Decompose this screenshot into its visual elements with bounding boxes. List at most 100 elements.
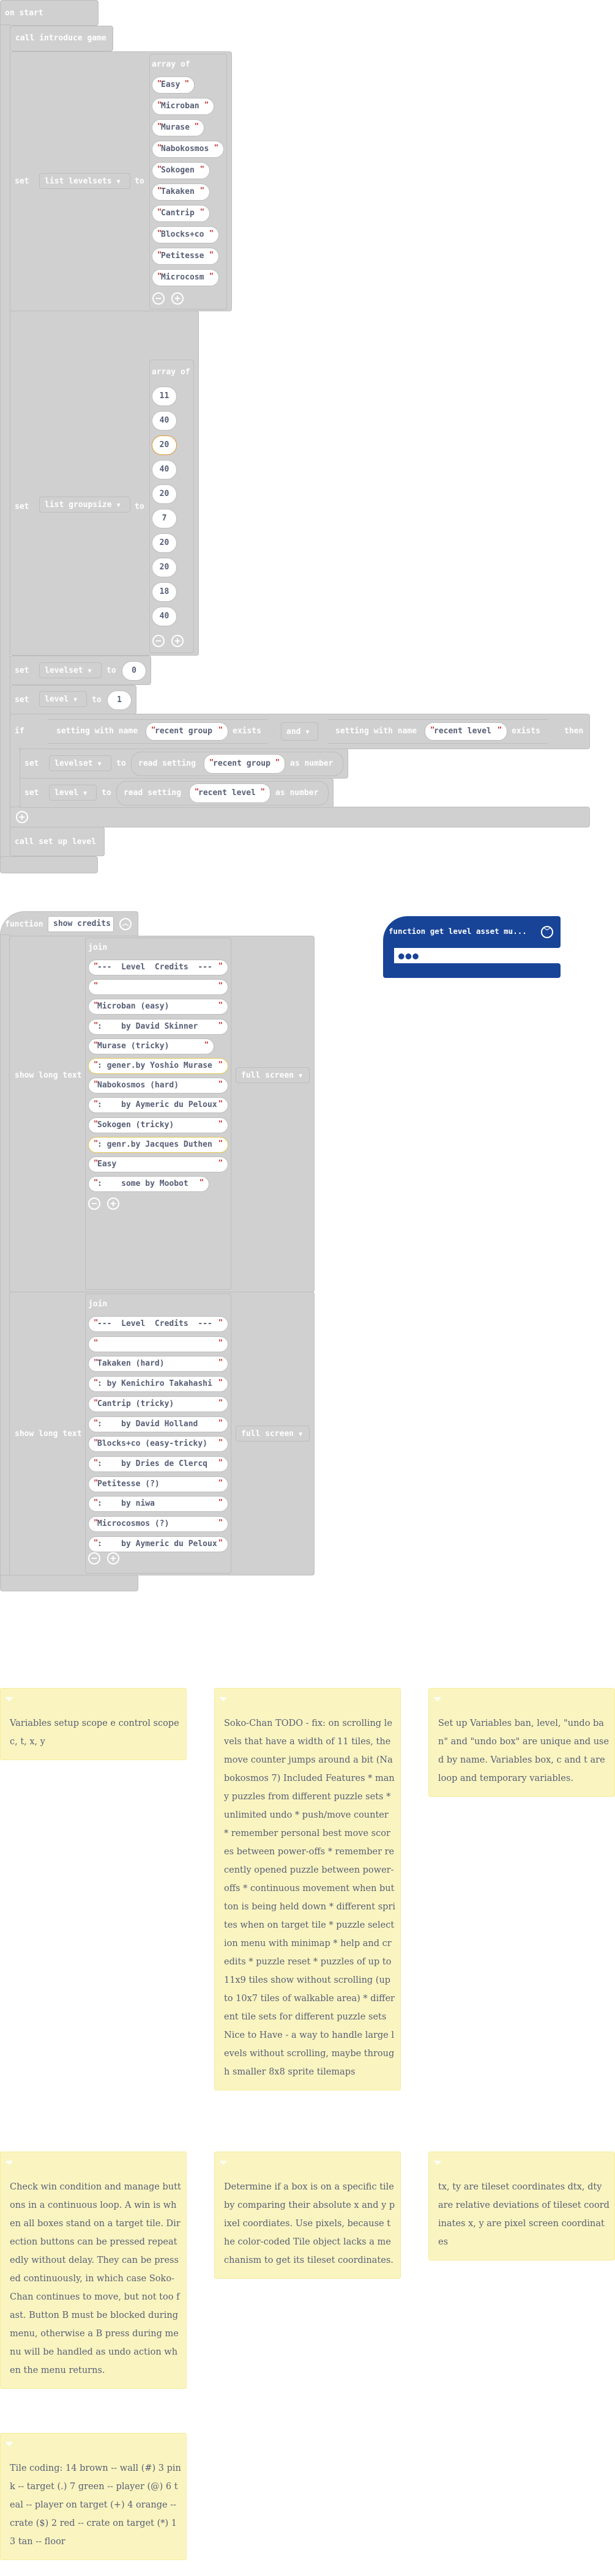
join-text-item[interactable]: " Microcosmos (?) " (88, 1516, 228, 1532)
join-text-item[interactable]: " --- Level Credits --- " (88, 1316, 228, 1332)
comment-text[interactable]: Tile coding: 14 brown -- wall (#) 3 pink… (10, 2459, 181, 2551)
expand-chevron-down-icon[interactable]: ﹀ (541, 926, 553, 938)
comment-text[interactable]: Variables setup scope e control scope c,… (10, 1714, 181, 1751)
collapse-triangle-icon[interactable] (6, 1697, 13, 1701)
quote-icon: " (94, 1498, 99, 1507)
join-text-item[interactable]: ": by Kenichiro Takahashi " (88, 1376, 228, 1393)
comment-box[interactable]: Check win condition and manage buttons i… (0, 2152, 187, 2389)
join-text-item[interactable]: " Nabokosmos (hard) " (88, 1078, 228, 1094)
join-text-item[interactable]: " " (88, 979, 228, 996)
quote-icon: " (218, 1358, 223, 1367)
variable-dropdown-groupsize[interactable]: list groupsize ▼ (39, 497, 130, 513)
collapse-triangle-icon[interactable] (6, 2442, 13, 2446)
add-item-plus-icon[interactable]: + (171, 635, 184, 647)
join-text-item[interactable]: " Murase (tricky) " (88, 1038, 214, 1054)
add-item-plus-icon[interactable]: + (107, 1197, 119, 1210)
collapse-triangle-icon[interactable] (220, 2161, 227, 2165)
array-item-number[interactable]: 40 (152, 460, 177, 479)
comment-box[interactable]: Determine if a box is on a specific tile… (214, 2152, 401, 2279)
join-text-item[interactable]: ": by niwa " (88, 1496, 228, 1512)
array-item-text[interactable]: " Cantrip " (152, 205, 210, 222)
setting-name-recent-level[interactable]: " recent level " (425, 722, 507, 741)
comment-box[interactable]: Set up Variables ban, level, "undo ban" … (428, 1688, 615, 1797)
dropdown-value: list levelsets (45, 177, 112, 186)
variable-dropdown-level[interactable]: level ▼ (39, 691, 87, 707)
array-item-number[interactable]: 18 (152, 582, 177, 602)
setting-name-recent-level[interactable]: " recent level " (189, 783, 270, 803)
join-text-item[interactable]: " " (88, 1336, 228, 1352)
array-item-text[interactable]: " Microban " (152, 98, 214, 115)
join-text-item[interactable]: " Cantrip (tricky) " (88, 1396, 228, 1412)
join-text-item[interactable]: " Takaken (hard) " (88, 1356, 228, 1372)
join-text-item[interactable]: ": some by Moobot " (88, 1176, 209, 1193)
join-text-item[interactable]: " Easy " (88, 1157, 228, 1172)
join-text-item[interactable]: ": genr.by Jacques Duthen " (88, 1136, 228, 1153)
array-item-text[interactable]: " Takaken " (152, 183, 210, 201)
quote-icon: " (218, 1138, 223, 1147)
comment-box[interactable]: Tile coding: 14 brown -- wall (#) 3 pink… (0, 2433, 187, 2560)
levelset-value-input[interactable]: 0 (122, 661, 146, 681)
array-item-text[interactable]: " Microcosm " (152, 269, 219, 286)
array-item-number[interactable]: 20 (152, 558, 177, 577)
collapse-triangle-icon[interactable] (6, 2161, 13, 2165)
array-item-text[interactable]: " Sokogen " (152, 162, 210, 179)
display-mode-dropdown[interactable]: full screen ▼ (236, 1426, 310, 1442)
comment-text[interactable]: Determine if a box is on a specific tile… (224, 2178, 395, 2270)
and-operator-dropdown[interactable]: and ▼ (281, 722, 318, 741)
function-name-field[interactable]: show credits (48, 916, 114, 932)
array-item-text[interactable]: " Easy " (152, 76, 195, 94)
join-text-item[interactable]: ": by Dries de Clercq " (88, 1456, 228, 1472)
join-text-item[interactable]: ": by David Holland " (88, 1416, 228, 1432)
collapse-triangle-icon[interactable] (434, 2161, 441, 2165)
quote-icon: " (218, 1518, 223, 1527)
join-text-item[interactable]: " Petitesse (?) " (88, 1476, 228, 1492)
join-text-item[interactable]: ": by Aymeric du Peloux " (88, 1536, 228, 1552)
variable-dropdown-levelsets[interactable]: list levelsets ▼ (39, 173, 130, 189)
remove-item-minus-icon[interactable]: − (88, 1197, 100, 1210)
comment-text[interactable]: Soko-Chan TODO - fix: on scrolling level… (224, 1714, 395, 2081)
array-item-text[interactable]: " Petitesse " (152, 248, 219, 265)
variable-dropdown-level[interactable]: level ▼ (49, 785, 97, 801)
remove-item-minus-icon[interactable]: − (88, 1552, 100, 1564)
variable-dropdown-levelset[interactable]: levelset ▼ (39, 662, 102, 678)
array-item-number[interactable]: 7 (152, 509, 177, 528)
setting-name-recent-group[interactable]: " recent group " (146, 722, 228, 741)
array-item-number[interactable]: 20 (152, 533, 177, 553)
remove-item-minus-icon[interactable]: − (152, 635, 165, 647)
comment-box[interactable]: Soko-Chan TODO - fix: on scrolling level… (214, 1688, 401, 2090)
comment-text[interactable]: Check win condition and manage buttons i… (10, 2178, 181, 2380)
comment-text[interactable]: tx, ty are tileset coordinates dtx, dty … (438, 2178, 609, 2251)
array-item-number[interactable]: 11 (152, 387, 177, 406)
display-mode-dropdown[interactable]: full screen ▼ (236, 1067, 310, 1083)
collapse-triangle-icon[interactable] (434, 1697, 441, 1701)
variable-dropdown-levelset[interactable]: levelset ▼ (49, 755, 111, 771)
comment-text[interactable]: Set up Variables ban, level, "undo ban" … (438, 1714, 609, 1788)
array-item-number[interactable]: 40 (152, 607, 177, 626)
join-text-item[interactable]: ": gener.by Yoshio Murase " (88, 1058, 228, 1074)
quote-icon: " (94, 1099, 99, 1108)
join-text-item[interactable]: " Sokogen (tricky) " (88, 1117, 228, 1133)
join-text-item[interactable]: " Microban (easy) " (88, 999, 228, 1015)
array-item-text[interactable]: " Murase " (152, 119, 204, 136)
join-text-item[interactable]: ": by David Skinner " (88, 1018, 228, 1035)
join-text-item[interactable]: ": by Aymeric du Peloux " (88, 1097, 228, 1114)
array-item-number[interactable]: 20 (152, 435, 177, 455)
setting-name-recent-group[interactable]: " recent group " (204, 754, 285, 774)
comment-box[interactable]: tx, ty are tileset coordinates dtx, dty … (428, 2152, 615, 2260)
array-item-text[interactable]: " Nabokosmos " (152, 141, 224, 158)
add-item-plus-icon[interactable]: + (171, 292, 184, 305)
join-text-item[interactable]: " Blocks+co (easy-tricky) " (88, 1436, 228, 1453)
add-item-plus-icon[interactable]: + (107, 1552, 119, 1564)
collapse-chevron-up-icon[interactable]: ︿ (119, 918, 132, 930)
collapse-triangle-icon[interactable] (220, 1697, 227, 1701)
array-item-number[interactable]: 40 (152, 411, 177, 431)
array-item-number[interactable]: 20 (152, 484, 177, 504)
array-of-label: array of (152, 368, 190, 377)
remove-item-minus-icon[interactable]: − (152, 292, 165, 305)
array-item-text[interactable]: " Blocks+co " (152, 226, 219, 243)
comment-box[interactable]: Variables setup scope e control scope c,… (0, 1688, 187, 1760)
join-text-item[interactable]: " --- Level Credits --- " (88, 960, 228, 975)
level-value-input[interactable]: 1 (107, 690, 132, 710)
dropdown-value: full screen (241, 1429, 294, 1438)
add-else-plus-icon[interactable]: + (16, 811, 28, 823)
